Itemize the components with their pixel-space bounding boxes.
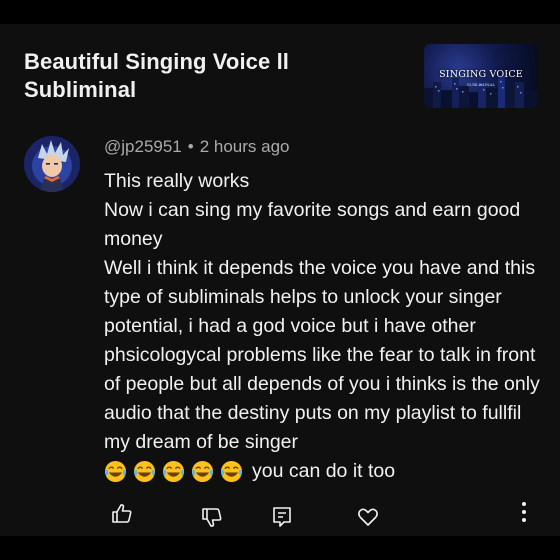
like-button[interactable] <box>110 502 134 526</box>
more-vertical-icon <box>522 502 526 522</box>
comment-line-tail: you can do it too <box>252 460 396 482</box>
comment-meta: @jp25951 • 2 hours ago <box>104 136 290 158</box>
heart-button[interactable] <box>356 505 380 529</box>
video-title[interactable]: Beautiful Singing Voice ll Subliminal <box>24 48 344 104</box>
comment-card: Beautiful Singing Voice ll Subliminal SI… <box>0 24 560 536</box>
comment-time: 2 hours ago <box>199 137 290 156</box>
comment-body: This really works Now i can sing my favo… <box>104 167 544 486</box>
reply-icon <box>273 507 291 527</box>
laughing-emoji-icon <box>104 460 127 483</box>
dislike-button[interactable] <box>200 505 224 529</box>
comment-line: This really works <box>104 170 250 192</box>
comment-line: Well i think it depends the voice you ha… <box>104 257 540 453</box>
avatar[interactable] <box>24 136 80 192</box>
avatar-anime-character-graphic <box>24 136 80 192</box>
dislike-icon <box>202 508 222 527</box>
laughing-emoji-icon <box>133 460 156 483</box>
more-options-button[interactable] <box>512 500 536 524</box>
laughing-emoji-icon <box>191 460 214 483</box>
reply-button[interactable] <box>270 505 294 529</box>
comment-line: Now i can sing my favorite songs and ear… <box>104 199 521 250</box>
thumbnail-subtitle: SUBLIMINAL <box>466 82 495 87</box>
heart-icon <box>358 508 378 526</box>
laughing-emoji-icon <box>220 460 243 483</box>
laughing-emoji-icon <box>162 460 185 483</box>
comment-author[interactable]: @jp25951 <box>104 137 182 156</box>
like-icon <box>112 504 132 523</box>
thumbnail-title: SINGING VOICE <box>439 69 523 80</box>
meta-separator: • <box>187 137 194 156</box>
video-thumbnail[interactable]: SINGING VOICE SUBLIMINAL <box>424 44 538 108</box>
comment-emoji-line: you can do it too <box>104 457 544 486</box>
